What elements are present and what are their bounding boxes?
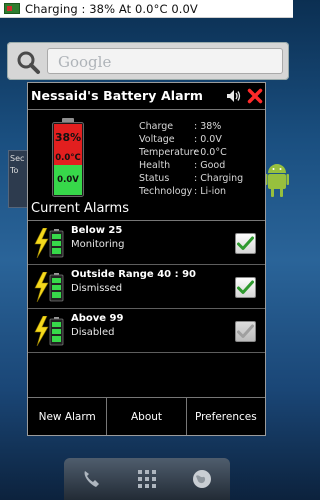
preferences-button[interactable]: Preferences (187, 398, 265, 435)
battery-level-icon: 38% 0.0°C 0.0V (52, 118, 84, 197)
battery-info-table: Charge : 38% Voltage : 0.0V Temperature: 0… (139, 120, 243, 198)
status-bar: Charging : 38% At 0.0°C 0.0V (0, 0, 293, 18)
alarm-item-above-99[interactable]: Above 99 Disabled (28, 309, 265, 353)
info-row-temperature: Temperature: 0.0°C (139, 146, 243, 159)
battery-alarm-icon (34, 228, 64, 258)
info-key: Voltage (139, 134, 175, 145)
info-value: : 0.0V (194, 134, 222, 145)
battery-alarm-notification-icon (4, 3, 20, 14)
info-key: Health (139, 160, 171, 171)
dialog-header: Nessaid's Battery Alarm (28, 83, 265, 110)
info-key: Charge (139, 121, 174, 132)
info-key: Technology (139, 186, 193, 197)
dock-bar (64, 458, 230, 500)
info-row-status: Status : Charging (139, 172, 243, 185)
current-alarms-heading: Current Alarms (31, 201, 129, 216)
battery-alarm-icon (34, 316, 64, 346)
alarm-enabled-checkbox[interactable] (235, 277, 256, 298)
checkmark-icon (237, 324, 254, 338)
close-icon[interactable] (247, 88, 263, 104)
info-row-voltage: Voltage : 0.0V (139, 133, 243, 146)
alarm-item-outside-range[interactable]: Outside Range 40 : 90 Dismissed (28, 265, 265, 309)
battery-voltage: 0.0V (57, 175, 79, 185)
alarm-enabled-checkbox[interactable] (235, 321, 256, 342)
dialog-button-bar: New Alarm About Preferences (28, 397, 265, 435)
home-widget-text: Sec To (10, 154, 25, 175)
about-button[interactable]: About (107, 398, 187, 435)
new-alarm-button[interactable]: New Alarm (28, 398, 108, 435)
info-row-charge: Charge : 38% (139, 120, 243, 133)
dialog-title: Nessaid's Battery Alarm (31, 88, 204, 103)
info-row-health: Health : Good (139, 159, 243, 172)
status-text: Charging : 38% At 0.0°C 0.0V (25, 1, 198, 16)
alarm-status: Disabled (71, 327, 115, 338)
browser-globe-icon[interactable] (189, 466, 215, 492)
alarm-enabled-checkbox[interactable] (235, 233, 256, 254)
battery-alarm-dialog: Nessaid's Battery Alarm 38% 0.0°C 0.0V C… (27, 82, 266, 436)
checkmark-icon (237, 280, 254, 294)
android-icon[interactable] (265, 160, 289, 200)
info-value: : 0.0°C (194, 147, 227, 158)
google-search-widget[interactable]: Google (7, 42, 289, 80)
info-value: : Good (194, 160, 226, 171)
alarm-title: Above 99 (71, 313, 124, 324)
info-row-technology: Technology: Li-ion (139, 185, 243, 198)
speaker-icon[interactable] (226, 89, 242, 103)
info-value: : 38% (194, 121, 222, 132)
battery-temperature: 0.0°C (55, 153, 81, 163)
info-key: Temperature (139, 147, 200, 158)
info-value: : Charging (194, 173, 244, 184)
alarm-title: Outside Range 40 : 90 (71, 269, 196, 280)
info-value: : Li-ion (194, 186, 227, 197)
app-drawer-icon[interactable] (134, 466, 160, 492)
alarm-title: Below 25 (71, 225, 123, 236)
search-icon (17, 51, 40, 74)
alarm-item-below-25[interactable]: Below 25 Monitoring (28, 221, 265, 265)
info-key: Status (139, 173, 170, 184)
battery-alarm-icon (34, 272, 64, 302)
search-placeholder: Google (58, 53, 112, 71)
alarm-status: Dismissed (71, 283, 123, 294)
battery-percent: 38% (55, 131, 81, 144)
alarm-status: Monitoring (71, 239, 125, 250)
search-input[interactable]: Google (47, 48, 283, 74)
phone-icon[interactable] (79, 466, 105, 492)
checkmark-icon (237, 236, 254, 250)
